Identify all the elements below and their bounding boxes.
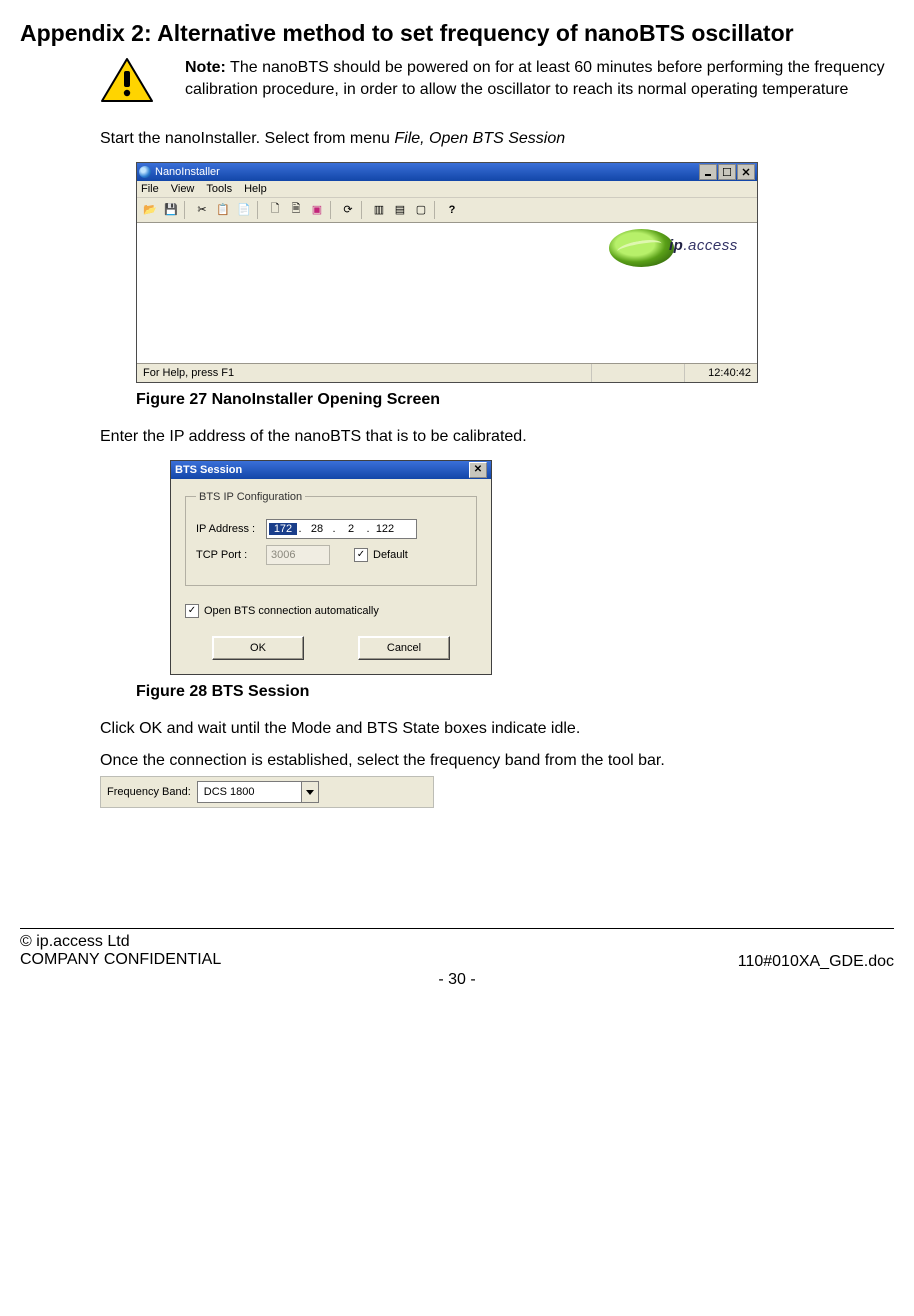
footer-docname: 110#010XA_GDE.doc [738,953,894,971]
frequency-band-value: DCS 1800 [198,786,301,798]
footer-confidential: COMPANY CONFIDENTIAL [20,951,221,969]
status-bar: For Help, press F1 12:40:42 [137,363,757,382]
auto-open-label: Open BTS connection automatically [204,605,379,617]
app-globe-icon [139,166,151,178]
ok-button[interactable]: OK [212,636,304,660]
toolbar-open-icon[interactable]: 📂 [140,200,160,220]
toolbar-stop-icon[interactable]: ▢ [411,200,431,220]
note-block: Note: The nanoBTS should be powered on f… [20,57,894,105]
note-label: Note: [185,59,226,76]
status-time: 12:40:42 [685,364,757,382]
frequency-band-toolbar: Frequency Band: DCS 1800 [100,776,434,808]
chevron-down-icon[interactable] [301,782,318,802]
dialog-title: BTS Session [175,464,469,476]
menu-tools[interactable]: Tools [206,183,232,195]
paragraph-4: Once the connection is established, sele… [100,751,884,772]
ip-config-legend: BTS IP Configuration [196,491,305,503]
window-titlebar: NanoInstaller [137,163,757,181]
toolbar: 📂 💾 ✂ 📋 📄 🗋 🗎 ▣ ⟳ ▥ ▤ ▢ ? [137,198,757,223]
default-label: Default [373,549,408,561]
window-title: NanoInstaller [155,166,220,178]
tcp-port-input: 3006 [266,545,330,565]
status-help-text: For Help, press F1 [137,364,592,382]
dialog-titlebar: BTS Session ✕ [171,461,491,479]
toolbar-action-icon[interactable]: ▣ [307,200,327,220]
ip-octet-4[interactable]: 122 [371,523,399,535]
default-checkbox[interactable] [354,548,368,562]
frequency-band-dropdown[interactable]: DCS 1800 [197,781,319,803]
toolbar-doc-icon[interactable]: 🗎 [286,200,306,220]
ipaccess-logo: ip.access [609,229,749,269]
ip-config-group: BTS IP Configuration IP Address : 172 . … [185,491,477,586]
toolbar-new-icon[interactable]: 🗋 [265,200,285,220]
ip-octet-3[interactable]: 2 [337,523,365,535]
toolbar-copy-icon[interactable]: 📋 [213,200,233,220]
window-body: ip.access [137,223,757,363]
frequency-band-label: Frequency Band: [107,786,191,798]
footer-page-number: - 30 - [20,971,894,989]
toolbar-save-icon[interactable]: 💾 [161,200,181,220]
ip-address-input[interactable]: 172 . 28 . 2 . 122 [266,519,417,539]
toolbar-help-icon[interactable]: ? [442,200,462,220]
paragraph-3: Click OK and wait until the Mode and BTS… [100,719,884,740]
minimize-button[interactable] [699,164,717,180]
footer-copyright: © ip.access Ltd [20,933,221,951]
appendix-heading: Appendix 2: Alternative method to set fr… [20,20,894,47]
note-text: Note: The nanoBTS should be powered on f… [185,57,894,100]
menu-bar: File View Tools Help [137,181,757,198]
toolbar-split-icon[interactable]: ▤ [390,200,410,220]
paragraph-1: Start the nanoInstaller. Select from men… [100,129,884,150]
tcp-port-label: TCP Port : [196,549,266,561]
figure-28-caption: Figure 28 BTS Session [136,683,884,701]
auto-open-checkbox[interactable] [185,604,199,618]
paragraph-2: Enter the IP address of the nanoBTS that… [100,427,884,448]
toolbar-tile-icon[interactable]: ▥ [369,200,389,220]
menu-view[interactable]: View [171,183,195,195]
close-icon[interactable]: ✕ [469,462,487,478]
menu-file[interactable]: File [141,183,159,195]
toolbar-paste-icon[interactable]: 📄 [234,200,254,220]
cancel-button[interactable]: Cancel [358,636,450,660]
warning-icon [100,57,154,105]
page-footer: © ip.access Ltd COMPANY CONFIDENTIAL 110… [20,928,894,987]
figure-27-caption: Figure 27 NanoInstaller Opening Screen [136,391,884,409]
toolbar-cut-icon[interactable]: ✂ [192,200,212,220]
nanoinstaller-window: NanoInstaller File View Tools Help 📂 [136,162,758,383]
bts-session-dialog: BTS Session ✕ BTS IP Configuration IP Ad… [170,460,492,675]
maximize-button[interactable] [718,164,736,180]
ip-octet-1[interactable]: 172 [269,523,297,535]
ip-address-label: IP Address : [196,523,266,535]
toolbar-refresh-icon[interactable]: ⟳ [338,200,358,220]
close-button[interactable] [737,164,755,180]
menu-help[interactable]: Help [244,183,267,195]
ip-octet-2[interactable]: 28 [303,523,331,535]
